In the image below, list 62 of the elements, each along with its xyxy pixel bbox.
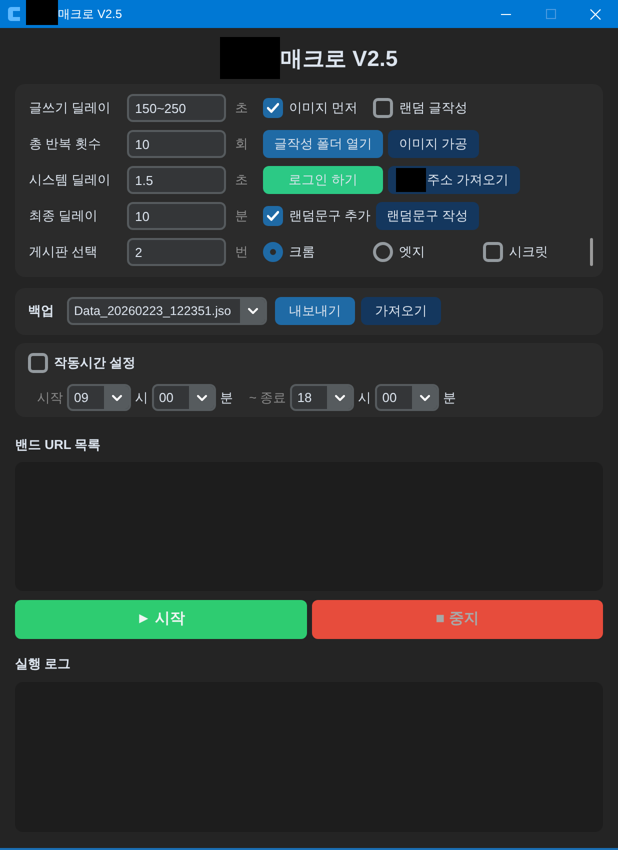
button[interactable]: 내보내기 bbox=[275, 297, 355, 325]
setting-label: 시스템 딜레이 bbox=[29, 171, 112, 190]
time-label: ~ 종료 bbox=[249, 388, 286, 407]
dropdown[interactable]: 00 bbox=[375, 384, 440, 411]
checkbox[interactable] bbox=[263, 98, 283, 118]
radio-button[interactable] bbox=[263, 242, 283, 262]
maximize-icon bbox=[546, 9, 556, 19]
checkbox-label[interactable]: 시크릿 bbox=[509, 242, 548, 262]
close-icon bbox=[590, 8, 601, 20]
dropdown[interactable]: 00 bbox=[152, 384, 216, 411]
dropdown[interactable]: 18 bbox=[290, 384, 354, 411]
chevron-down-icon bbox=[420, 394, 430, 400]
checkbox[interactable] bbox=[483, 242, 503, 262]
chevron-down-icon bbox=[334, 394, 345, 400]
button[interactable]: 주소 가져오기 bbox=[388, 166, 520, 194]
checkmark-icon bbox=[267, 103, 279, 113]
setting-label: 최종 딜레이 bbox=[29, 207, 99, 226]
input-field[interactable]: 10 bbox=[127, 202, 226, 230]
unit-label: 회 bbox=[235, 135, 248, 154]
button[interactable]: 가져오기 bbox=[361, 297, 441, 325]
radio-label[interactable]: 엣지 bbox=[399, 242, 425, 262]
setting-label: 글쓰기 딜레이 bbox=[29, 99, 112, 118]
checkbox-label[interactable]: 작동시간 설정 bbox=[54, 353, 136, 373]
checkbox-label[interactable]: 이미지 먼저 bbox=[289, 98, 358, 118]
radio-label[interactable]: 크롬 bbox=[289, 242, 315, 262]
input-field[interactable]: 1.5 bbox=[127, 166, 226, 194]
checkbox[interactable] bbox=[373, 98, 393, 118]
chevron-down-icon bbox=[248, 308, 258, 314]
input-field[interactable]: 150~250 bbox=[127, 94, 226, 122]
unit-label: 초 bbox=[235, 99, 248, 118]
unit-label: 시 bbox=[358, 388, 372, 407]
checkbox-label[interactable]: 랜덤 글작성 bbox=[399, 98, 468, 118]
setting-label: 게시판 선택 bbox=[29, 243, 99, 262]
checkbox[interactable] bbox=[263, 206, 283, 226]
section-label: 백업 bbox=[28, 302, 55, 320]
chevron-down-icon bbox=[196, 394, 206, 400]
input-field[interactable]: 10 bbox=[127, 130, 226, 158]
unit-label: 분 bbox=[235, 207, 248, 226]
checkbox[interactable] bbox=[28, 353, 48, 373]
app-heading: 매크로 V2.5 bbox=[280, 44, 398, 72]
section-label: 밴드 URL 목록 bbox=[15, 436, 102, 454]
dropdown[interactable]: 09 bbox=[67, 384, 131, 411]
checkmark-icon bbox=[267, 211, 279, 221]
unit-label: 분 bbox=[220, 388, 233, 407]
unit-label: 시 bbox=[135, 388, 148, 407]
radio-button[interactable] bbox=[373, 242, 393, 262]
dropdown[interactable]: Data_20260223_122351.jso bbox=[67, 297, 267, 325]
input-field[interactable]: 2 bbox=[127, 238, 226, 266]
time-label: 시작 bbox=[37, 388, 63, 407]
setting-label: 총 반복 횟수 bbox=[29, 135, 102, 154]
button[interactable]: 이미지 가공 bbox=[388, 130, 479, 158]
unit-label: 초 bbox=[235, 171, 248, 190]
vertical-scrollbar bbox=[590, 238, 593, 266]
section-label: 실행 로그 bbox=[15, 655, 72, 673]
window-title: 매크로 V2.5 bbox=[58, 6, 122, 23]
checkbox-label[interactable]: 랜덤문구 추가 bbox=[289, 206, 371, 226]
unit-label: 분 bbox=[443, 388, 456, 407]
chevron-down-icon bbox=[112, 394, 122, 400]
app-logo-icon bbox=[8, 7, 20, 21]
unit-label: 번 bbox=[235, 243, 248, 262]
button[interactable]: 랜덤문구 작성 bbox=[376, 202, 480, 230]
button[interactable]: 글작성 폴더 열기 bbox=[263, 130, 383, 158]
